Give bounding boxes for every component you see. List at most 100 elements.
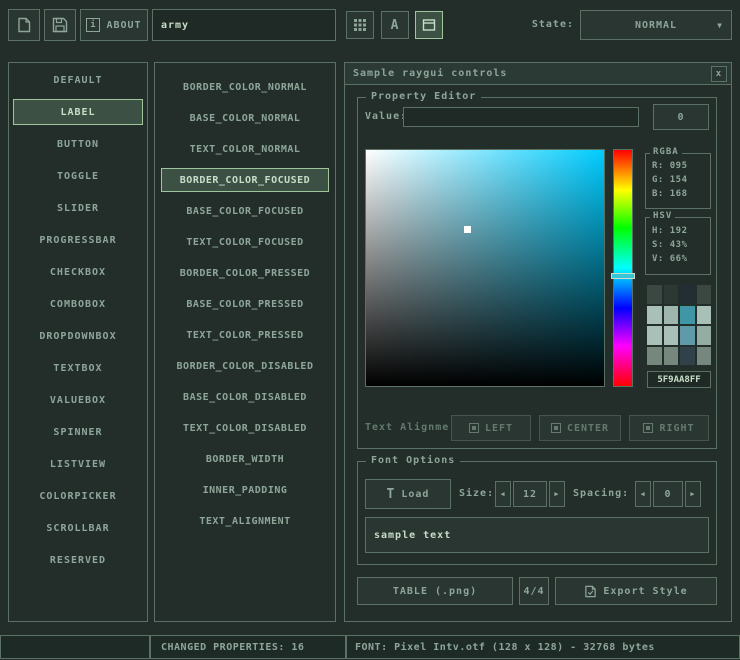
export-style-button[interactable]: Export Style: [555, 577, 717, 605]
font-a-icon: A: [391, 18, 400, 33]
palette-color-cell[interactable]: [697, 306, 712, 325]
font-load-button[interactable]: T Load: [365, 479, 451, 509]
palette-color-cell[interactable]: [647, 326, 662, 345]
value-input[interactable]: [403, 107, 639, 127]
properties-list-item[interactable]: BORDER_WIDTH: [161, 447, 329, 471]
controls-list-item[interactable]: COMBOBOX: [13, 291, 143, 317]
font-spacing-label: Spacing:: [573, 488, 629, 499]
align-right-label: RIGHT: [659, 423, 694, 434]
property-editor-group-label: Property Editor: [366, 91, 481, 102]
properties-list-item[interactable]: BORDER_COLOR_FOCUSED: [161, 168, 329, 192]
palette-color-cell[interactable]: [647, 285, 662, 304]
font-size-label: Size:: [459, 488, 494, 499]
rgba-b-value: B: 168: [646, 187, 710, 201]
properties-list-item[interactable]: INNER_PADDING: [161, 478, 329, 502]
controls-list-item[interactable]: LABEL: [13, 99, 143, 125]
text-alignment-label: Text Alignme: [365, 422, 449, 433]
font-size-increment-button[interactable]: ▶: [549, 481, 565, 507]
palette-color-cell[interactable]: [680, 306, 695, 325]
controls-list-item[interactable]: VALUEBOX: [13, 387, 143, 413]
properties-list-item[interactable]: TEXT_COLOR_PRESSED: [161, 323, 329, 347]
export-pages-value: 4/4: [523, 586, 544, 597]
font-size-decrement-button[interactable]: ◀: [495, 481, 511, 507]
sample-text-box[interactable]: sample text: [365, 517, 709, 553]
chevron-down-icon: ▼: [717, 21, 723, 30]
color-picker-panel[interactable]: [365, 149, 605, 387]
state-dropdown[interactable]: NORMAL ▼: [580, 10, 732, 40]
spinner-left-icon: ◀: [640, 490, 645, 498]
save-button[interactable]: [44, 9, 76, 41]
align-center-icon: [551, 423, 561, 433]
sample-window: Sample raygui controls x Property Editor…: [344, 62, 732, 622]
font-spacing-increment-button[interactable]: ▶: [685, 481, 701, 507]
properties-list-item[interactable]: BASE_COLOR_NORMAL: [161, 106, 329, 130]
about-button[interactable]: i ABOUT: [80, 9, 148, 41]
new-file-button[interactable]: [8, 9, 40, 41]
palette-color-cell[interactable]: [680, 285, 695, 304]
align-center-button[interactable]: CENTER: [539, 415, 621, 441]
palette-color-cell[interactable]: [664, 347, 679, 366]
value-box[interactable]: 0: [653, 104, 709, 130]
controls-list-item[interactable]: SCROLLBAR: [13, 515, 143, 541]
align-left-button[interactable]: LEFT: [451, 415, 531, 441]
controls-list-item[interactable]: SPINNER: [13, 419, 143, 445]
grid-view-button[interactable]: [346, 11, 374, 39]
properties-list-item[interactable]: BASE_COLOR_FOCUSED: [161, 199, 329, 223]
hex-value-box[interactable]: 5F9AA8FF: [647, 371, 711, 388]
new-file-icon: [16, 17, 32, 33]
align-right-icon: [643, 423, 653, 433]
palette-color-cell[interactable]: [647, 306, 662, 325]
controls-list-item[interactable]: BUTTON: [13, 131, 143, 157]
palette-color-cell[interactable]: [647, 347, 662, 366]
controls-list-item[interactable]: TEXTBOX: [13, 355, 143, 381]
controls-list-item[interactable]: SLIDER: [13, 195, 143, 221]
export-format-button[interactable]: TABLE (.png): [357, 577, 513, 605]
font-view-button[interactable]: A: [381, 11, 409, 39]
palette-color-cell[interactable]: [664, 306, 679, 325]
properties-list-item[interactable]: BASE_COLOR_DISABLED: [161, 385, 329, 409]
properties-list-item[interactable]: BASE_COLOR_PRESSED: [161, 292, 329, 316]
palette-color-cell[interactable]: [664, 326, 679, 345]
font-spacing-value: 0: [664, 489, 671, 500]
toolbar: i ABOUT A State: NORMAL ▼: [0, 0, 740, 54]
align-right-button[interactable]: RIGHT: [629, 415, 709, 441]
font-load-label: Load: [401, 489, 429, 500]
controls-list-item[interactable]: TOGGLE: [13, 163, 143, 189]
controls-list-item[interactable]: LISTVIEW: [13, 451, 143, 477]
controls-list-item[interactable]: DEFAULT: [13, 67, 143, 93]
properties-list-item[interactable]: TEXT_COLOR_NORMAL: [161, 137, 329, 161]
properties-list-item[interactable]: BORDER_COLOR_DISABLED: [161, 354, 329, 378]
align-center-label: CENTER: [567, 423, 609, 434]
palette-color-cell[interactable]: [697, 347, 712, 366]
close-button[interactable]: x: [711, 66, 727, 82]
properties-list-item[interactable]: TEXT_COLOR_FOCUSED: [161, 230, 329, 254]
spinner-right-icon: ▶: [690, 490, 695, 498]
controls-list-item[interactable]: PROGRESSBAR: [13, 227, 143, 253]
controls-list-item[interactable]: RESERVED: [13, 547, 143, 573]
palette-color-cell[interactable]: [680, 326, 695, 345]
controls-list-item[interactable]: DROPDOWNBOX: [13, 323, 143, 349]
font-load-icon: T: [387, 487, 396, 502]
properties-list-item[interactable]: TEXT_ALIGNMENT: [161, 509, 329, 533]
properties-list-item[interactable]: BORDER_COLOR_PRESSED: [161, 261, 329, 285]
properties-list-item[interactable]: BORDER_COLOR_NORMAL: [161, 75, 329, 99]
controls-view-button[interactable]: [415, 11, 443, 39]
export-pages-box[interactable]: 4/4: [519, 577, 549, 605]
hue-slider-handle[interactable]: [611, 273, 635, 279]
controls-list-item[interactable]: COLORPICKER: [13, 483, 143, 509]
font-spacing-decrement-button[interactable]: ◀: [635, 481, 651, 507]
sample-window-titlebar[interactable]: Sample raygui controls: [345, 63, 731, 85]
palette-color-cell[interactable]: [680, 347, 695, 366]
color-picker-cursor[interactable]: [464, 226, 471, 233]
style-name-input[interactable]: [152, 9, 336, 41]
hue-bar[interactable]: [613, 149, 633, 387]
font-size-value-box[interactable]: 12: [513, 481, 547, 507]
palette-color-cell[interactable]: [697, 285, 712, 304]
font-spacing-value-box[interactable]: 0: [653, 481, 683, 507]
palette-color-cell[interactable]: [664, 285, 679, 304]
controls-list-item[interactable]: CHECKBOX: [13, 259, 143, 285]
palette-color-cell[interactable]: [697, 326, 712, 345]
properties-list-item[interactable]: TEXT_COLOR_DISABLED: [161, 416, 329, 440]
about-button-label: ABOUT: [106, 20, 141, 31]
hsv-group-label: HSV: [650, 211, 675, 221]
